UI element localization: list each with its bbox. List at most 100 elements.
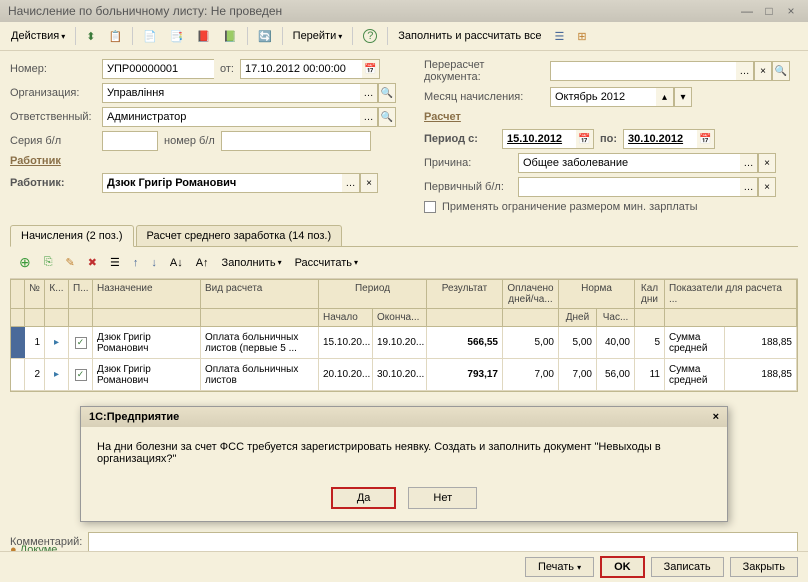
window-controls: — □ × <box>738 4 800 18</box>
bl-num-input[interactable] <box>221 131 371 151</box>
toolbar-icon-5[interactable]: 📕 <box>192 27 216 46</box>
primary-select-icon[interactable]: … <box>740 177 758 197</box>
close-icon[interactable]: × <box>782 4 800 18</box>
series-input[interactable] <box>102 131 158 151</box>
toolbar-icon-table1[interactable]: ☰ <box>549 27 569 46</box>
org-search-icon[interactable]: 🔍 <box>378 83 396 103</box>
series-label: Серия б/л <box>10 135 96 147</box>
bl-num-label: номер б/л <box>164 135 215 147</box>
worker-clear-icon[interactable]: × <box>360 173 378 193</box>
col-result[interactable]: Результат <box>427 280 503 308</box>
table-row[interactable]: 1▸✓Дзюк Григір РомановичОплата больничны… <box>11 327 797 359</box>
limit-checkbox[interactable] <box>424 201 436 213</box>
dialog-close-icon[interactable]: × <box>713 411 719 423</box>
col-p[interactable]: П... <box>69 280 93 308</box>
recalc-clear-icon[interactable]: × <box>754 61 772 81</box>
org-label: Организация: <box>10 87 96 99</box>
add-row-icon[interactable]: ⊕ <box>14 251 36 274</box>
month-label: Месяц начисления: <box>424 91 544 103</box>
col-paid[interactable]: Оплачено дней/ча... <box>503 280 559 308</box>
calc-menu[interactable]: Рассчитать ▾ <box>290 254 363 272</box>
calc-section: Расчет <box>424 111 798 123</box>
toolbar-icon-6[interactable]: 📗 <box>218 27 242 46</box>
toolbar-icon-1[interactable]: ⬍ <box>81 27 100 46</box>
main-toolbar: Действия ▾ ⬍ 📋 📄 📑 📕 📗 🔄 Перейти ▾ ? Зап… <box>0 22 808 51</box>
col-calc[interactable]: Вид расчета <box>201 280 319 308</box>
close-button[interactable]: Закрыть <box>730 557 798 577</box>
fill-calc-all[interactable]: Заполнить и рассчитать все <box>393 27 546 45</box>
accruals-grid: № К... П... Назначение Вид расчета Перио… <box>10 279 798 392</box>
resp-search-icon[interactable]: 🔍 <box>378 107 396 127</box>
org-select-icon[interactable]: … <box>360 83 378 103</box>
comment-input[interactable] <box>88 532 798 552</box>
print-button[interactable]: Печать ▾ <box>525 557 594 577</box>
maximize-icon[interactable]: □ <box>760 4 778 18</box>
toolbar-icon-3[interactable]: 📄 <box>138 27 162 46</box>
col-start[interactable]: Начало <box>319 309 373 326</box>
col-name[interactable]: Назначение <box>93 280 201 308</box>
col-end[interactable]: Оконча... <box>373 309 427 326</box>
tab-accruals[interactable]: Начисления (2 поз.) <box>10 225 134 247</box>
sort-asc-icon[interactable]: A↓ <box>165 254 188 272</box>
actions-menu[interactable]: Действия ▾ <box>6 27 70 45</box>
col-k[interactable]: К... <box>45 280 69 308</box>
tab-average[interactable]: Расчет среднего заработка (14 поз.) <box>136 225 343 246</box>
dialog-yes-button[interactable]: Да <box>331 487 397 509</box>
date-picker-icon[interactable]: 📅 <box>362 59 380 79</box>
toolbar-icon-table2[interactable]: ⊞ <box>572 27 591 46</box>
period-from-input[interactable] <box>502 129 576 149</box>
minimize-icon[interactable]: — <box>738 4 756 18</box>
period-from-date-icon[interactable]: 📅 <box>576 129 594 149</box>
recalc-input[interactable] <box>550 61 736 81</box>
delete-row-icon[interactable]: ✖ <box>83 253 102 272</box>
month-down-icon[interactable]: ▾ <box>674 87 692 107</box>
period-to-input[interactable] <box>623 129 697 149</box>
reason-select-icon[interactable]: … <box>740 153 758 173</box>
recalc-search-icon[interactable]: 🔍 <box>772 61 790 81</box>
limit-label: Применять ограничение размером мин. зарп… <box>442 201 698 213</box>
col-n[interactable]: № <box>25 280 45 308</box>
col-days[interactable]: Дней <box>559 309 597 326</box>
ok-button[interactable]: OK <box>600 556 645 578</box>
worker-select-icon[interactable]: … <box>342 173 360 193</box>
col-period[interactable]: Период <box>319 280 427 308</box>
sort-desc-icon[interactable]: A↑ <box>191 254 214 272</box>
goto-menu[interactable]: Перейти ▾ <box>288 27 348 45</box>
primary-clear-icon[interactable]: × <box>758 177 776 197</box>
month-up-icon[interactable]: ▴ <box>656 87 674 107</box>
col-cal[interactable]: Кал дни <box>635 280 665 308</box>
move-down-icon[interactable]: ↓ <box>146 254 162 272</box>
col-hours[interactable]: Час... <box>597 309 635 326</box>
fill-menu[interactable]: Заполнить ▾ <box>217 254 287 272</box>
worker-input[interactable] <box>102 173 342 193</box>
date-input[interactable] <box>240 59 362 79</box>
toolbar-icon-7[interactable]: 🔄 <box>253 27 277 46</box>
col-ind[interactable]: Показатели для расчета ... <box>665 280 797 308</box>
toolbar-icon-4[interactable]: 📑 <box>165 27 189 46</box>
edit-row-icon[interactable]: ✎ <box>61 253 80 272</box>
month-input[interactable] <box>550 87 656 107</box>
primary-input[interactable] <box>518 177 740 197</box>
dialog-no-button[interactable]: Нет <box>408 487 477 509</box>
grid-icon-1[interactable]: ☰ <box>105 253 125 272</box>
period-to-date-icon[interactable]: 📅 <box>697 129 715 149</box>
col-sel <box>11 280 25 308</box>
help-icon[interactable]: ? <box>358 26 382 46</box>
recalc-select-icon[interactable]: … <box>736 61 754 81</box>
toolbar-icon-2[interactable]: 📋 <box>103 27 127 46</box>
resp-input[interactable] <box>102 107 360 127</box>
reason-input[interactable] <box>518 153 740 173</box>
reason-clear-icon[interactable]: × <box>758 153 776 173</box>
resp-select-icon[interactable]: … <box>360 107 378 127</box>
grid-toolbar: ⊕ ⎘ ✎ ✖ ☰ ↑ ↓ A↓ A↑ Заполнить ▾ Рассчита… <box>10 247 798 279</box>
org-input[interactable] <box>102 83 360 103</box>
table-row[interactable]: 2▸✓Дзюк Григір РомановичОплата больничны… <box>11 359 797 391</box>
save-button[interactable]: Записать <box>651 557 724 577</box>
col-norm[interactable]: Норма <box>559 280 635 308</box>
copy-row-icon[interactable]: ⎘ <box>39 253 58 272</box>
number-input[interactable] <box>102 59 214 79</box>
number-label: Номер: <box>10 63 96 75</box>
title-bar: Начисление по больничному листу: Не пров… <box>0 0 808 22</box>
move-up-icon[interactable]: ↑ <box>128 254 144 272</box>
confirm-dialog: 1С:Предприятие × На дни болезни за счет … <box>80 406 728 522</box>
